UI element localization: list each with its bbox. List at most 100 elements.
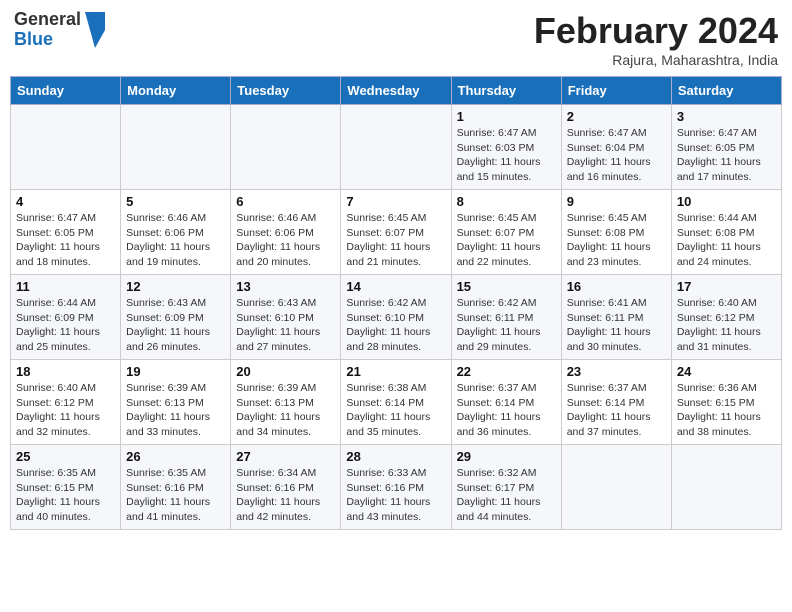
calendar-cell: 22Sunrise: 6:37 AM Sunset: 6:14 PM Dayli… (451, 360, 561, 445)
day-info: Sunrise: 6:33 AM Sunset: 6:16 PM Dayligh… (346, 466, 445, 525)
calendar-cell: 11 Sunrise: 6:44 AM Sunset: 6:09 PM Dayli… (11, 275, 121, 360)
day-info: Sunrise: 6:41 AM Sunset: 6:11 PM Dayligh… (567, 296, 666, 355)
week-row-5: 25 Sunrise: 6:35 AM Sunset: 6:15 PM Dayli… (11, 445, 782, 530)
calendar-cell: 17 Sunrise: 6:40 AM Sunset: 6:12 PM Dayli… (671, 275, 781, 360)
day-info: Sunrise: 6:37 AM Sunset: 6:14 PM Dayligh… (457, 381, 556, 440)
day-info: Sunrise: 6:44 AM Sunset: 6:09 PM Dayligh… (16, 296, 115, 355)
day-info: Sunrise: 6:40 AM Sunset: 6:12 PM Dayligh… (677, 296, 776, 355)
day-info: Sunrise: 6:45 AM Sunset: 6:07 PM Dayligh… (457, 211, 556, 270)
calendar-cell: 29Sunrise: 6:32 AM Sunset: 6:17 PM Dayli… (451, 445, 561, 530)
day-number: 27 (236, 449, 335, 464)
day-number: 25 (16, 449, 115, 464)
calendar-cell: 18Sunrise: 6:40 AM Sunset: 6:12 PM Dayli… (11, 360, 121, 445)
calendar-cell: 6 Sunrise: 6:46 AM Sunset: 6:06 PM Daylig… (231, 190, 341, 275)
day-info: Sunrise: 6:45 AM Sunset: 6:07 PM Dayligh… (346, 211, 445, 270)
calendar-cell: 27Sunrise: 6:34 AM Sunset: 6:16 PM Dayli… (231, 445, 341, 530)
calendar-cell: 25 Sunrise: 6:35 AM Sunset: 6:15 PM Dayli… (11, 445, 121, 530)
day-info: Sunrise: 6:46 AM Sunset: 6:06 PM Dayligh… (236, 211, 335, 270)
calendar-cell: 7 Sunrise: 6:45 AM Sunset: 6:07 PM Daylig… (341, 190, 451, 275)
day-header-sunday: Sunday (11, 77, 121, 105)
day-number: 2 (567, 109, 666, 124)
day-header-tuesday: Tuesday (231, 77, 341, 105)
calendar-cell: 13 Sunrise: 6:43 AM Sunset: 6:10 PM Dayli… (231, 275, 341, 360)
calendar-cell: 28 Sunrise: 6:33 AM Sunset: 6:16 PM Dayli… (341, 445, 451, 530)
calendar-cell: 9 Sunrise: 6:45 AM Sunset: 6:08 PM Daylig… (561, 190, 671, 275)
calendar-cell: 16Sunrise: 6:41 AM Sunset: 6:11 PM Dayli… (561, 275, 671, 360)
title-block: February 2024 Rajura, Maharashtra, India (534, 10, 778, 68)
day-info: Sunrise: 6:46 AM Sunset: 6:06 PM Dayligh… (126, 211, 225, 270)
day-info: Sunrise: 6:47 AM Sunset: 6:05 PM Dayligh… (16, 211, 115, 270)
calendar-cell: 1Sunrise: 6:47 AM Sunset: 6:03 PM Daylig… (451, 105, 561, 190)
calendar-cell: 12Sunrise: 6:43 AM Sunset: 6:09 PM Dayli… (121, 275, 231, 360)
day-header-row: SundayMondayTuesdayWednesdayThursdayFrid… (11, 77, 782, 105)
day-number: 14 (346, 279, 445, 294)
day-number: 20 (236, 364, 335, 379)
calendar-cell: 24Sunrise: 6:36 AM Sunset: 6:15 PM Dayli… (671, 360, 781, 445)
day-number: 11 (16, 279, 115, 294)
day-header-friday: Friday (561, 77, 671, 105)
logo-blue: Blue (14, 30, 81, 50)
calendar-cell (11, 105, 121, 190)
week-row-2: 4 Sunrise: 6:47 AM Sunset: 6:05 PM Daylig… (11, 190, 782, 275)
day-number: 8 (457, 194, 556, 209)
day-number: 17 (677, 279, 776, 294)
day-number: 19 (126, 364, 225, 379)
day-number: 26 (126, 449, 225, 464)
calendar-cell: 19 Sunrise: 6:39 AM Sunset: 6:13 PM Dayli… (121, 360, 231, 445)
day-header-saturday: Saturday (671, 77, 781, 105)
calendar-cell: 2Sunrise: 6:47 AM Sunset: 6:04 PM Daylig… (561, 105, 671, 190)
day-number: 7 (346, 194, 445, 209)
week-row-3: 11 Sunrise: 6:44 AM Sunset: 6:09 PM Dayli… (11, 275, 782, 360)
week-row-1: 1Sunrise: 6:47 AM Sunset: 6:03 PM Daylig… (11, 105, 782, 190)
day-info: Sunrise: 6:43 AM Sunset: 6:09 PM Dayligh… (126, 296, 225, 355)
day-number: 10 (677, 194, 776, 209)
calendar-cell: 8 Sunrise: 6:45 AM Sunset: 6:07 PM Daylig… (451, 190, 561, 275)
logo: General Blue (14, 10, 105, 50)
day-number: 4 (16, 194, 115, 209)
page-header: General Blue February 2024 Rajura, Mahar… (10, 10, 782, 68)
day-number: 13 (236, 279, 335, 294)
day-info: Sunrise: 6:37 AM Sunset: 6:14 PM Dayligh… (567, 381, 666, 440)
day-number: 21 (346, 364, 445, 379)
day-number: 5 (126, 194, 225, 209)
day-info: Sunrise: 6:40 AM Sunset: 6:12 PM Dayligh… (16, 381, 115, 440)
day-header-monday: Monday (121, 77, 231, 105)
day-info: Sunrise: 6:32 AM Sunset: 6:17 PM Dayligh… (457, 466, 556, 525)
calendar-table: SundayMondayTuesdayWednesdayThursdayFrid… (10, 76, 782, 530)
calendar-cell (671, 445, 781, 530)
calendar-cell: 4 Sunrise: 6:47 AM Sunset: 6:05 PM Daylig… (11, 190, 121, 275)
day-number: 6 (236, 194, 335, 209)
calendar-cell (121, 105, 231, 190)
day-info: Sunrise: 6:35 AM Sunset: 6:15 PM Dayligh… (16, 466, 115, 525)
logo-icon (85, 12, 105, 48)
logo-general: General (14, 10, 81, 30)
calendar-cell: 3 Sunrise: 6:47 AM Sunset: 6:05 PM Daylig… (671, 105, 781, 190)
day-info: Sunrise: 6:42 AM Sunset: 6:11 PM Dayligh… (457, 296, 556, 355)
calendar-cell (561, 445, 671, 530)
calendar-cell: 21Sunrise: 6:38 AM Sunset: 6:14 PM Dayli… (341, 360, 451, 445)
day-number: 9 (567, 194, 666, 209)
logo-text: General Blue (14, 10, 81, 50)
day-info: Sunrise: 6:36 AM Sunset: 6:15 PM Dayligh… (677, 381, 776, 440)
location: Rajura, Maharashtra, India (534, 52, 778, 68)
day-number: 3 (677, 109, 776, 124)
calendar-cell: 23 Sunrise: 6:37 AM Sunset: 6:14 PM Dayli… (561, 360, 671, 445)
calendar-cell (341, 105, 451, 190)
day-info: Sunrise: 6:42 AM Sunset: 6:10 PM Dayligh… (346, 296, 445, 355)
day-number: 28 (346, 449, 445, 464)
month-title: February 2024 (534, 10, 778, 52)
calendar-cell: 10Sunrise: 6:44 AM Sunset: 6:08 PM Dayli… (671, 190, 781, 275)
day-info: Sunrise: 6:47 AM Sunset: 6:05 PM Dayligh… (677, 126, 776, 185)
week-row-4: 18Sunrise: 6:40 AM Sunset: 6:12 PM Dayli… (11, 360, 782, 445)
calendar-cell: 5 Sunrise: 6:46 AM Sunset: 6:06 PM Daylig… (121, 190, 231, 275)
day-number: 1 (457, 109, 556, 124)
day-header-wednesday: Wednesday (341, 77, 451, 105)
calendar-cell: 20 Sunrise: 6:39 AM Sunset: 6:13 PM Dayli… (231, 360, 341, 445)
day-info: Sunrise: 6:39 AM Sunset: 6:13 PM Dayligh… (236, 381, 335, 440)
day-number: 23 (567, 364, 666, 379)
day-info: Sunrise: 6:43 AM Sunset: 6:10 PM Dayligh… (236, 296, 335, 355)
calendar-cell: 14 Sunrise: 6:42 AM Sunset: 6:10 PM Dayli… (341, 275, 451, 360)
day-info: Sunrise: 6:39 AM Sunset: 6:13 PM Dayligh… (126, 381, 225, 440)
day-number: 15 (457, 279, 556, 294)
day-info: Sunrise: 6:45 AM Sunset: 6:08 PM Dayligh… (567, 211, 666, 270)
